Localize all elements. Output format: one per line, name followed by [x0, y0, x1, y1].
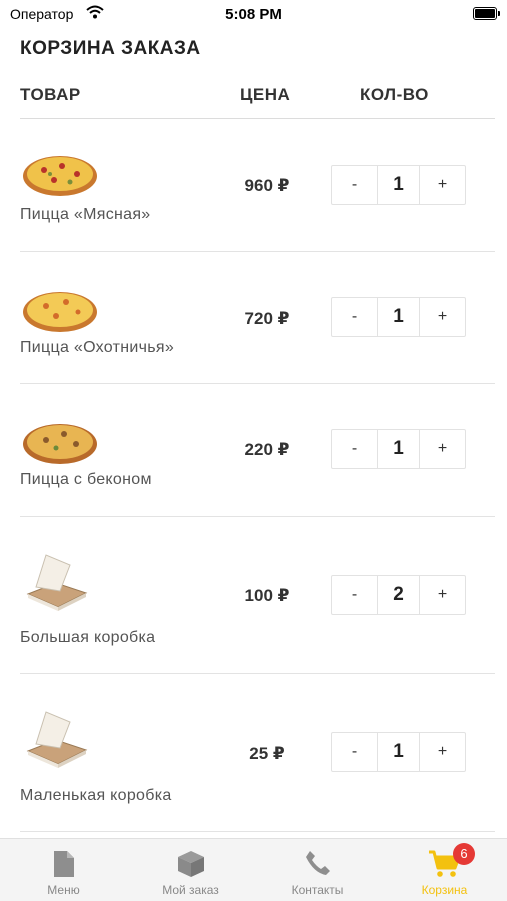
decrease-button[interactable]: -: [332, 166, 377, 204]
tab-label: Корзина: [421, 883, 468, 897]
increase-button[interactable]: +: [420, 576, 465, 614]
item-name: Пицца «Мясная»: [20, 206, 151, 223]
quantity-value: 2: [377, 576, 420, 614]
tab-label: Мой заказ: [162, 883, 219, 897]
page-title: КОРЗИНА ЗАКАЗА: [20, 38, 201, 59]
cart-row: Пицца «Охотничья» 720 ₽ - 1 +: [0, 252, 507, 384]
quantity-stepper: - 1 +: [331, 165, 466, 205]
item-price: 220 ₽: [244, 440, 290, 459]
cart-row: Маленькая коробка 25 ₽ - 1 +: [0, 674, 507, 832]
box-icon: [176, 849, 206, 884]
tab-my-order[interactable]: Мой заказ: [127, 839, 254, 901]
tab-label: Меню: [47, 883, 80, 897]
increase-button[interactable]: +: [420, 430, 465, 468]
item-price: 100 ₽: [244, 586, 290, 605]
column-header-price: ЦЕНА: [240, 85, 291, 104]
item-price: 960 ₽: [244, 176, 290, 195]
header-divider: [20, 118, 495, 119]
tab-contacts[interactable]: Контакты: [254, 839, 381, 901]
cart-row: Большая коробка 100 ₽ - 2 +: [0, 517, 507, 674]
pizza-box-image: [22, 706, 102, 776]
quantity-stepper: - 2 +: [331, 575, 466, 615]
item-name: Большая коробка: [20, 629, 156, 646]
increase-button[interactable]: +: [420, 298, 465, 336]
status-time: 5:08 PM: [225, 6, 282, 23]
phone-icon: [304, 849, 332, 882]
quantity-stepper: - 1 +: [331, 429, 466, 469]
cart-row: Пицца с беконом 220 ₽ - 1 +: [0, 384, 507, 517]
tab-label: Контакты: [291, 883, 344, 897]
item-name: Пицца с беконом: [20, 471, 152, 488]
decrease-button[interactable]: -: [332, 298, 377, 336]
quantity-value: 1: [377, 733, 420, 771]
quantity-stepper: - 1 +: [331, 732, 466, 772]
decrease-button[interactable]: -: [332, 733, 377, 771]
battery-icon: [473, 7, 500, 20]
quantity-value: 1: [377, 166, 420, 204]
decrease-button[interactable]: -: [332, 430, 377, 468]
quantity-value: 1: [377, 430, 420, 468]
tab-cart[interactable]: 6 Корзина: [381, 839, 507, 901]
item-name: Маленькая коробка: [20, 787, 172, 804]
status-bar: Оператор 5:08 PM: [0, 0, 507, 30]
pizza-image: [22, 144, 102, 214]
increase-button[interactable]: +: [420, 733, 465, 771]
quantity-value: 1: [377, 298, 420, 336]
item-price: 720 ₽: [244, 309, 290, 328]
document-icon: [52, 849, 76, 884]
item-name: Пицца «Охотничья»: [20, 339, 175, 356]
row-divider: [20, 831, 495, 832]
cart-row: Пицца «Мясная» 960 ₽ - 1 +: [0, 120, 507, 252]
column-header-product: ТОВАР: [20, 85, 81, 104]
cart-badge: 6: [453, 843, 475, 865]
increase-button[interactable]: +: [420, 166, 465, 204]
tab-menu[interactable]: Меню: [0, 839, 127, 901]
column-header-qty: КОЛ-ВО: [360, 85, 429, 104]
pizza-box-image: [22, 549, 102, 619]
decrease-button[interactable]: -: [332, 576, 377, 614]
quantity-stepper: - 1 +: [331, 297, 466, 337]
item-price: 25 ₽: [249, 744, 285, 763]
tab-bar: Меню Мой заказ Контакты 6 Корзина: [0, 838, 507, 901]
